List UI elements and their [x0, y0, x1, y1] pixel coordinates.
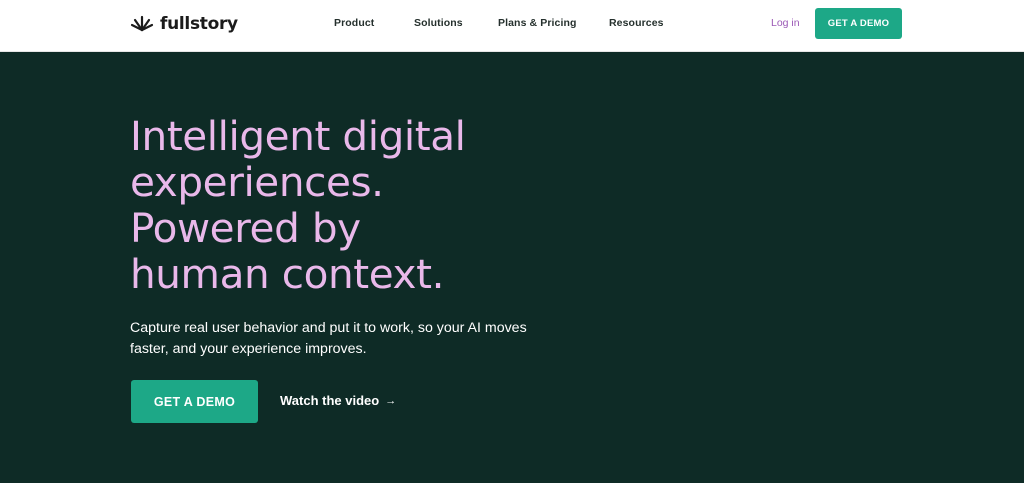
headline-line-3: Powered by [130, 204, 361, 252]
top-navigation-bar: fullstory Product Solutions Plans & Pric… [0, 0, 1024, 52]
nav-item-product[interactable]: Product [334, 17, 374, 29]
fullstory-logo-link[interactable]: fullstory [130, 12, 238, 36]
get-demo-hero-button[interactable]: GET A DEMO [131, 380, 258, 423]
watch-video-link[interactable]: Watch the video → [280, 393, 396, 408]
headline-line-1: Intelligent digital [130, 112, 466, 160]
hero-headline: Intelligent digital experiences. Powered… [130, 113, 600, 297]
fullstory-burst-icon [130, 15, 154, 32]
hero-subtext: Capture real user behavior and put it to… [130, 320, 527, 357]
headline-line-4: human context. [130, 250, 445, 298]
headline-line-2: experiences. [130, 158, 384, 206]
nav-item-plans-pricing[interactable]: Plans & Pricing [498, 17, 577, 29]
watch-video-label: Watch the video [280, 393, 380, 408]
nav-item-solutions[interactable]: Solutions [414, 17, 463, 29]
hero-section: Intelligent digital experiences. Powered… [0, 52, 1024, 483]
brand-name: fullstory [160, 14, 238, 34]
arrow-right-icon: → [385, 394, 397, 407]
login-link[interactable]: Log in [771, 17, 800, 29]
get-demo-header-button[interactable]: GET A DEMO [815, 8, 902, 39]
nav-item-resources[interactable]: Resources [609, 17, 664, 29]
